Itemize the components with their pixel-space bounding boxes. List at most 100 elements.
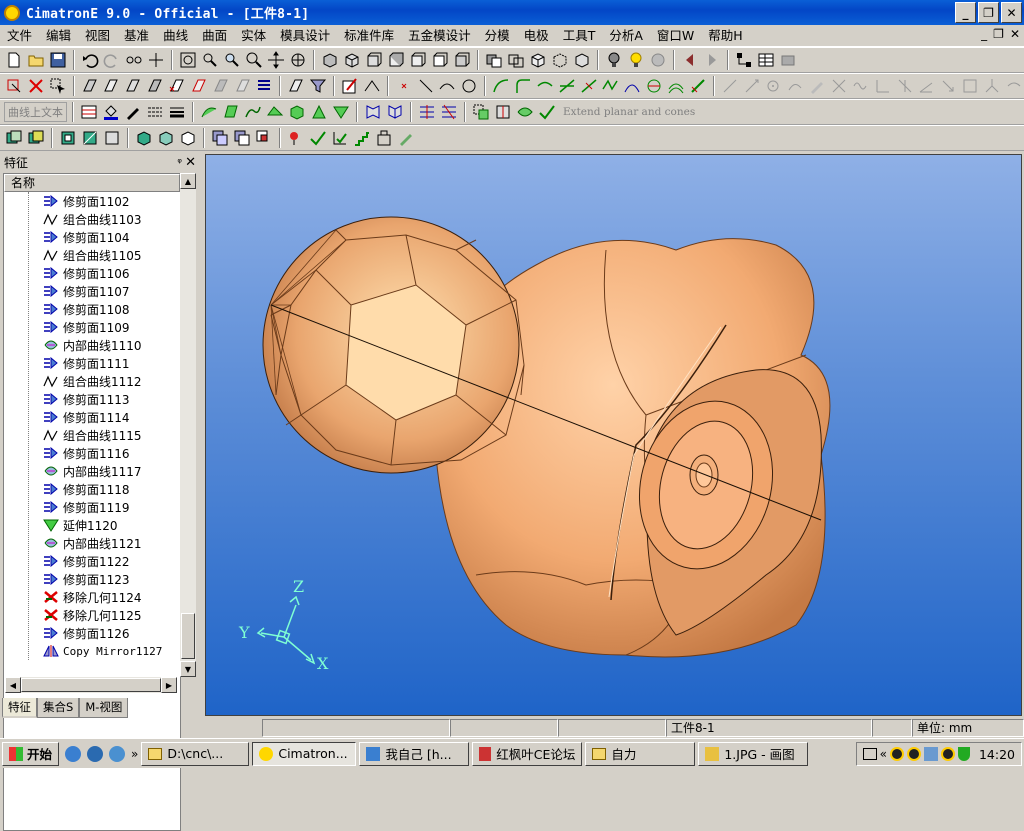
tree-row[interactable]: 组合曲线1115 <box>4 426 142 444</box>
scroll-right-button[interactable]: ▶ <box>161 677 177 693</box>
hidden-line-icon[interactable] <box>550 50 570 70</box>
tree-row[interactable]: 修剪面1119 <box>4 498 130 516</box>
task-folder[interactable]: D:\cnc\... <box>141 741 250 766</box>
tab-m-view[interactable]: M-视图 <box>79 698 129 718</box>
undo-icon[interactable] <box>80 50 100 70</box>
solid-union-icon[interactable] <box>210 128 230 148</box>
gray-wave-icon[interactable] <box>851 76 871 96</box>
stairs-icon[interactable] <box>352 128 372 148</box>
blend-surface-icon[interactable] <box>199 102 219 122</box>
tab-sets[interactable]: 集合S <box>37 698 80 718</box>
table-icon[interactable] <box>756 50 776 70</box>
solid-extrude-icon[interactable] <box>4 128 24 148</box>
trim-face-tool-icon[interactable] <box>439 102 459 122</box>
tree-row[interactable]: 修剪面1111 <box>4 354 130 372</box>
curve-text-button[interactable]: 曲线上文本 <box>4 102 67 122</box>
scroll-left-button[interactable]: ◀ <box>5 677 21 693</box>
point-icon[interactable] <box>394 76 414 96</box>
tree-row[interactable]: 修剪面1113 <box>4 390 130 408</box>
red-ball-icon[interactable] <box>286 128 306 148</box>
tree-row[interactable]: 修剪面1108 <box>4 300 130 318</box>
tree-row[interactable]: Copy Mirror1127 <box>4 642 162 660</box>
drive-surface-icon[interactable] <box>265 102 285 122</box>
boolean-icon[interactable] <box>471 102 491 122</box>
view-right-icon[interactable] <box>452 50 472 70</box>
menu-curve[interactable]: 曲线 <box>156 26 195 46</box>
sweep-surface-icon[interactable] <box>243 102 263 122</box>
break-curve-icon[interactable] <box>579 76 599 96</box>
network-icon[interactable] <box>923 747 938 761</box>
tree-row[interactable]: 修剪面1102 <box>4 192 130 210</box>
menu-parting[interactable]: 分模 <box>478 26 517 46</box>
security-shield-icon[interactable] <box>957 747 970 761</box>
solid-chamfer-icon[interactable] <box>156 128 176 148</box>
face-mark-icon[interactable] <box>189 76 209 96</box>
select-filter-icon[interactable] <box>4 76 24 96</box>
gray-box-icon[interactable] <box>960 76 980 96</box>
forward-arrow-icon[interactable] <box>702 50 722 70</box>
intersect-curve-icon[interactable] <box>644 76 664 96</box>
menu-help[interactable]: 帮助H <box>701 26 749 46</box>
menu-standard-parts[interactable]: 标准件库 <box>337 26 401 46</box>
face-select-icon[interactable] <box>101 76 121 96</box>
model-view[interactable]: Z Y X <box>206 155 1022 716</box>
tree-row[interactable]: 移除几何1125 <box>4 606 142 624</box>
solid-revolve-icon[interactable] <box>26 128 46 148</box>
render-mode-icon[interactable] <box>484 50 504 70</box>
ie-icon[interactable] <box>65 745 82 762</box>
tree-row[interactable]: 组合曲线1105 <box>4 246 142 264</box>
quick-launch-more-icon[interactable]: » <box>131 747 138 761</box>
task-paint[interactable]: 1.JPG - 画图 <box>698 741 809 766</box>
scroll-thumb[interactable] <box>181 613 195 659</box>
start-button[interactable]: 开始 <box>2 741 60 766</box>
gray-angle-icon[interactable] <box>873 76 893 96</box>
line-width-icon[interactable] <box>167 102 187 122</box>
close-button[interactable]: ✕ <box>1001 2 1022 23</box>
tree-row[interactable]: 修剪面1106 <box>4 264 130 282</box>
solid-shell-icon[interactable] <box>58 128 78 148</box>
split-face-icon[interactable] <box>417 102 437 122</box>
view-top-icon[interactable] <box>386 50 406 70</box>
view-front-icon[interactable] <box>342 50 362 70</box>
pattern-icon[interactable] <box>363 102 383 122</box>
tree-row[interactable]: 修剪面1122 <box>4 552 130 570</box>
zoom-icon[interactable] <box>244 50 264 70</box>
menu-file[interactable]: 文件 <box>0 26 39 46</box>
frame-icon[interactable] <box>374 128 394 148</box>
heal-icon[interactable] <box>515 102 535 122</box>
back-arrow-icon[interactable] <box>680 50 700 70</box>
face-gray-icon[interactable] <box>233 76 253 96</box>
line-icon[interactable] <box>416 76 436 96</box>
tree-row[interactable]: 内部曲线1121 <box>4 534 142 552</box>
open-folder-icon[interactable] <box>26 50 46 70</box>
doc-close-button[interactable]: ✕ <box>1010 27 1020 41</box>
list-icon[interactable] <box>254 76 274 96</box>
extend-planar-icon[interactable] <box>537 102 557 122</box>
tree-horizontal-scrollbar[interactable]: ◀ ▶ <box>5 677 177 693</box>
gray-more-icon[interactable] <box>1004 76 1024 96</box>
task-folder-2[interactable]: 自力 <box>585 741 696 766</box>
new-file-icon[interactable] <box>4 50 24 70</box>
tools-menu-icon[interactable] <box>778 50 798 70</box>
media-icon[interactable] <box>109 745 126 762</box>
tree-row[interactable]: 内部曲线1117 <box>4 462 142 480</box>
measure-icon[interactable] <box>286 76 306 96</box>
gray-tangent-icon[interactable] <box>785 76 805 96</box>
view-iso-icon[interactable] <box>320 50 340 70</box>
redo-icon[interactable] <box>102 50 122 70</box>
pick-arrow-icon[interactable] <box>48 76 68 96</box>
pin-icon[interactable]: ᵠ <box>177 156 182 169</box>
tree-row[interactable]: 组合曲线1103 <box>4 210 142 228</box>
gray-line-2-icon[interactable] <box>742 76 762 96</box>
pen-color-icon[interactable] <box>123 102 143 122</box>
funnel-icon[interactable] <box>308 76 328 96</box>
light-bulb-on-icon[interactable] <box>626 50 646 70</box>
shaded-cube-icon[interactable] <box>528 50 548 70</box>
fill-surface-icon[interactable] <box>309 102 329 122</box>
solid-subtract-icon[interactable] <box>232 128 252 148</box>
task-forum[interactable]: 红枫叶CE论坛 <box>472 741 583 766</box>
menu-view[interactable]: 视图 <box>78 26 117 46</box>
qq-icon-1[interactable] <box>889 747 904 761</box>
task-cimatron[interactable]: Cimatron... <box>252 741 357 766</box>
hscroll-thumb[interactable] <box>21 678 161 692</box>
